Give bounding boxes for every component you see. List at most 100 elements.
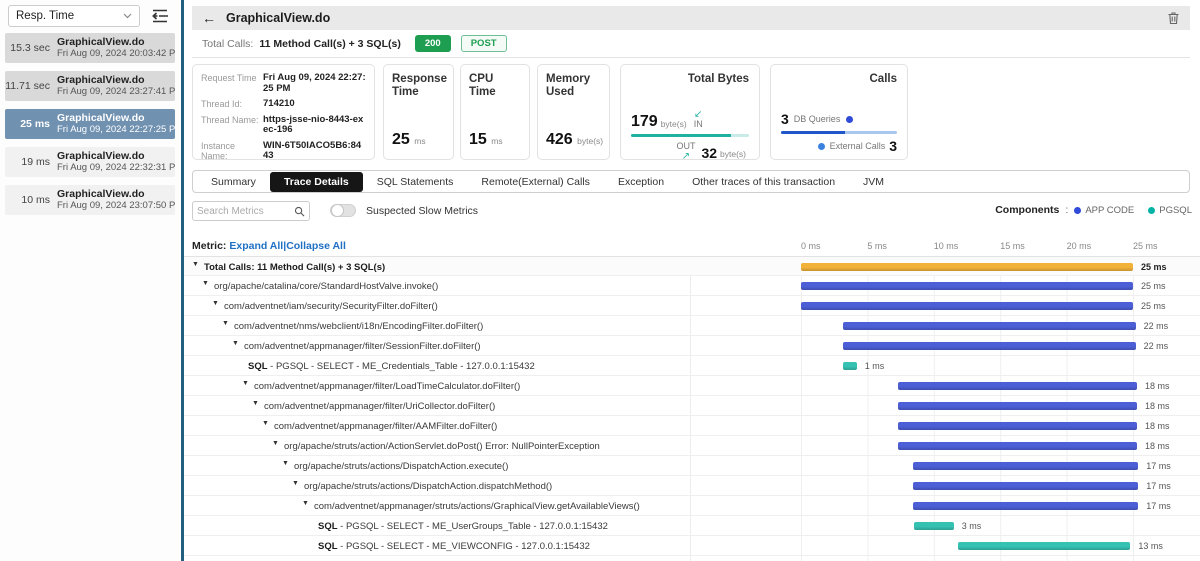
duration-bar[interactable] (914, 522, 954, 530)
memory-used-value: 426 (546, 131, 573, 148)
legend-item[interactable]: APP CODE (1074, 205, 1134, 216)
expand-arrow-icon[interactable]: ▼ (212, 300, 219, 307)
trace-date: Fri Aug 09, 2024 22:27:25 PM (57, 124, 175, 136)
bytes-in-unit: byte(s) (661, 119, 687, 129)
duration-bar[interactable] (801, 263, 1133, 271)
tab-other-traces-of-this-transaction[interactable]: Other traces of this transaction (678, 172, 849, 192)
duration-bar[interactable] (843, 322, 1135, 330)
suspected-slow-metrics-label: Suspected Slow Metrics (366, 205, 478, 217)
legend-name: APP CODE (1085, 205, 1134, 216)
duration-bar[interactable] (913, 462, 1139, 470)
duration-bar[interactable] (898, 402, 1137, 410)
sort-by-value: Resp. Time (16, 10, 74, 22)
search-metrics-input[interactable] (193, 206, 294, 217)
expand-arrow-icon[interactable]: ▼ (222, 320, 229, 327)
duration-bar[interactable] (913, 502, 1139, 510)
collapse-all-link[interactable]: Collapse All (286, 240, 346, 252)
trace-row[interactable]: ▼ org/apache/catalina/core/StandardHostVa… (184, 276, 1200, 296)
legend-item[interactable]: PGSQL (1148, 205, 1192, 216)
trace-duration: 11.71 sec (5, 80, 57, 92)
expand-arrow-icon[interactable]: ▼ (242, 380, 249, 387)
tab-summary[interactable]: Summary (197, 172, 270, 192)
trace-row[interactable]: SQL - PGSQL - SELECT - ME_UserGroups_Tab… (184, 516, 1200, 536)
trace-row[interactable]: ▼com/adventnet/appmanager/filter/Session… (184, 336, 1200, 356)
detail-tabs: SummaryTrace DetailsSQL StatementsRemote… (192, 170, 1190, 193)
card-title: Calls (781, 73, 897, 85)
trace-method-label: org/apache/catalina/core/StandardHostVal… (214, 281, 438, 292)
response-time-unit: ms (414, 136, 425, 146)
tab-trace-details[interactable]: Trace Details (270, 172, 363, 192)
sidebar-trace-item[interactable]: 10 msGraphicalView.doFri Aug 09, 2024 23… (5, 185, 175, 215)
duration-bar[interactable] (958, 542, 1131, 550)
trace-row[interactable]: ▼ com/adventnet/appmanager/filter/LoadTim… (184, 376, 1200, 396)
tab-sql-statements[interactable]: SQL Statements (363, 172, 468, 192)
search-metrics-box (192, 201, 310, 221)
detail-header: ← GraphicalView.do (192, 6, 1190, 30)
trace-method-label: com/adventnet/iam/security/SecurityFilte… (224, 301, 438, 312)
expand-arrow-icon[interactable]: ▼ (292, 480, 299, 487)
expand-arrow-icon[interactable]: ▼ (232, 340, 239, 347)
duration-bar[interactable] (801, 302, 1133, 310)
duration-bar[interactable] (843, 342, 1135, 350)
suspected-slow-metrics-toggle[interactable] (330, 204, 356, 217)
duration-bar[interactable] (843, 362, 856, 370)
trace-method-label: com/adventnet/nms/webclient/i18n/Encodin… (234, 321, 483, 332)
memory-used-card: Memory Used 426 byte(s) (537, 64, 610, 160)
expand-arrow-icon[interactable]: ▼ (272, 440, 279, 447)
trace-row[interactable]: SQL - PGSQL - SELECT - ME_Credentials_Ta… (184, 356, 1200, 376)
method-badge: POST (461, 35, 507, 52)
delete-trace-button[interactable] (1167, 11, 1180, 25)
summary-bar: Total Calls: 11 Method Call(s) + 3 SQL(s… (192, 30, 1190, 58)
bytes-out-label: OUT (676, 141, 695, 151)
trace-method-label: Total Calls: 11 Method Call(s) + 3 SQL(s… (204, 262, 385, 273)
trace-row[interactable]: ▼ com/adventnet/iam/security/SecurityFilt… (184, 296, 1200, 316)
collapse-sidebar-button[interactable] (150, 8, 170, 24)
sidebar-trace-item[interactable]: 15.3 secGraphicalView.doFri Aug 09, 2024… (5, 33, 175, 63)
trace-row[interactable]: ▼org/apache/struts/actions/DispatchActio… (184, 456, 1200, 476)
sidebar-trace-item[interactable]: 25 msGraphicalView.doFri Aug 09, 2024 22… (5, 109, 175, 139)
card-title: CPU Time (469, 73, 521, 99)
duration-label: 18 ms (1145, 381, 1170, 391)
apm-trace-view: Resp. Time 15.3 secGraphicalView.doFri A… (0, 0, 1200, 561)
trace-row[interactable]: ▼com/adventnet/appmanager/filter/UriColl… (184, 396, 1200, 416)
trace-title: GraphicalView.do (57, 36, 175, 48)
duration-bar[interactable] (898, 382, 1137, 390)
duration-bar[interactable] (801, 282, 1133, 290)
tab-jvm[interactable]: JVM (849, 172, 898, 192)
duration-bar[interactable] (898, 422, 1137, 430)
trace-row[interactable]: SQL - PGSQL - SELECT - ME_VIEWCONFIG - 1… (184, 536, 1200, 556)
trace-row[interactable]: ▼com/adventnet/appmanager/struts/actions… (184, 496, 1200, 516)
expand-arrow-icon[interactable]: ▼ (202, 280, 209, 287)
expand-arrow-icon[interactable]: ▼ (282, 460, 289, 467)
expand-arrow-icon[interactable]: ▼ (262, 420, 269, 427)
duration-bar[interactable] (913, 482, 1139, 490)
bytes-ratio-bar (631, 134, 749, 137)
duration-label: 18 ms (1145, 401, 1170, 411)
legend-name: PGSQL (1159, 205, 1192, 216)
tab-exception[interactable]: Exception (604, 172, 678, 192)
trace-row[interactable]: ▼ com/adventnet/nms/webclient/i18n/Encodi… (184, 316, 1200, 336)
sidebar-trace-item[interactable]: 19 msGraphicalView.doFri Aug 09, 2024 22… (5, 147, 175, 177)
back-button[interactable]: ← (202, 11, 216, 25)
trace-row[interactable]: ▼org/apache/struts/actions/DispatchActio… (184, 476, 1200, 496)
duration-label: 22 ms (1144, 341, 1169, 351)
trace-row[interactable]: ▼org/apache/struts/action/ActionServlet.… (184, 436, 1200, 456)
info-row: Request TimeFri Aug 09, 2024 22:27:25 PM (201, 73, 366, 94)
out-arrow-icon: ↗ (682, 153, 690, 161)
trace-row[interactable]: ▼com/adventnet/appmanager/filter/AAMFilt… (184, 416, 1200, 436)
trace-title: GraphicalView.do (57, 112, 175, 124)
search-icon[interactable] (294, 206, 305, 217)
expand-arrow-icon[interactable]: ▼ (252, 400, 259, 407)
trace-method-label: com/adventnet/appmanager/filter/LoadTime… (254, 381, 520, 392)
axis-tick: 10 ms (934, 241, 959, 251)
sort-by-dropdown[interactable]: Resp. Time (8, 5, 140, 27)
trace-row[interactable]: ▼ Total Calls: 11 Method Call(s) + 3 SQL(… (184, 256, 1200, 276)
info-row: Thread Id:714210 (201, 99, 366, 110)
duration-bar[interactable] (898, 442, 1137, 450)
total-calls-value: 11 Method Call(s) + 3 SQL(s) (259, 38, 401, 50)
expand-all-link[interactable]: Expand All (229, 240, 283, 252)
expand-arrow-icon[interactable]: ▼ (192, 261, 199, 268)
sidebar-trace-item[interactable]: 11.71 secGraphicalView.doFri Aug 09, 202… (5, 71, 175, 101)
expand-arrow-icon[interactable]: ▼ (302, 500, 309, 507)
tab-remote-external-calls[interactable]: Remote(External) Calls (467, 172, 604, 192)
